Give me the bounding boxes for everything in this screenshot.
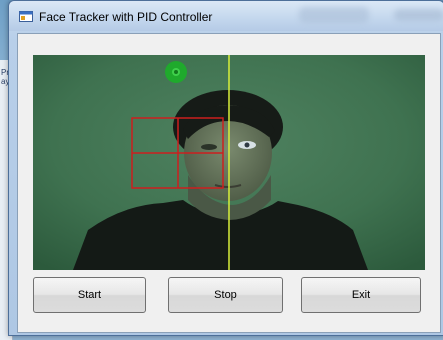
camera-image bbox=[33, 55, 425, 270]
exit-button[interactable]: Exit bbox=[301, 277, 421, 313]
start-button[interactable]: Start bbox=[33, 277, 146, 313]
target-marker-icon bbox=[165, 61, 187, 83]
stop-button[interactable]: Stop bbox=[168, 277, 283, 313]
window-title: Face Tracker with PID Controller bbox=[39, 10, 213, 24]
titlebar-blur bbox=[394, 9, 443, 21]
camera-feed bbox=[33, 55, 425, 270]
app-window: Face Tracker with PID Controller Start S… bbox=[8, 0, 443, 336]
title-bar[interactable]: Face Tracker with PID Controller bbox=[9, 1, 443, 31]
app-form-icon bbox=[19, 11, 33, 22]
client-area: Start Stop Exit bbox=[17, 33, 441, 333]
titlebar-blur bbox=[299, 7, 369, 23]
